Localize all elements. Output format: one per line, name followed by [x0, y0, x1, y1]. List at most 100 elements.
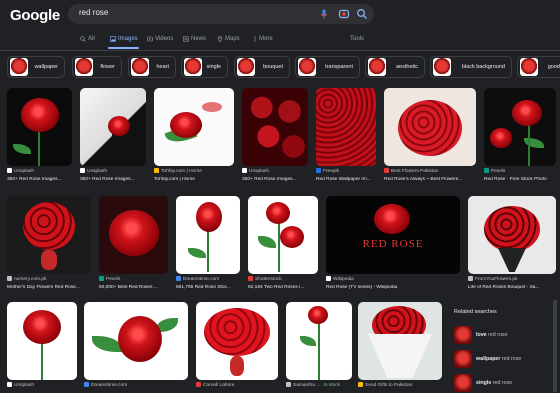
- result-title[interactable]: Red Rose Wallpaper Im...: [316, 177, 376, 182]
- result-source: Pexels: [106, 277, 121, 282]
- result-title[interactable]: 50,000+ Best Red Roses ...: [99, 285, 168, 290]
- lens-icon[interactable]: [338, 8, 350, 20]
- image-result[interactable]: Dreamstime.com 681,755 Red Rose Stoc...: [176, 196, 240, 296]
- result-title[interactable]: Life of Red Roses Bouquet - Sa...: [468, 285, 556, 290]
- chip-bouquet[interactable]: bouquet: [234, 56, 290, 78]
- result-image[interactable]: [286, 302, 352, 380]
- result-title[interactable]: 350+ Red Rose Images...: [7, 177, 72, 182]
- chip-transparent[interactable]: transparent: [295, 56, 360, 78]
- rose: [266, 202, 290, 224]
- result-image[interactable]: [80, 88, 146, 166]
- result-image[interactable]: [7, 302, 77, 380]
- image-result[interactable]: Samantha ... In stock: [286, 302, 352, 392]
- image-result[interactable]: Pexels Red Rose · Free Stock Photo: [484, 88, 556, 188]
- image-result[interactable]: Unsplash 350+ Red Rose Images...: [242, 88, 308, 188]
- related-thumbnail: [454, 350, 472, 368]
- image-result[interactable]: Dreamstime.com: [84, 302, 188, 392]
- chip-label: heart: [156, 64, 169, 70]
- image-result[interactable]: Shutterstock 62,194 Two Red Roses I...: [248, 196, 318, 296]
- chip-aesthetic[interactable]: aesthetic: [365, 56, 425, 78]
- chip-label: black background: [461, 64, 505, 70]
- result-source: Unsplash: [14, 169, 34, 174]
- tab-news[interactable]: News: [183, 36, 206, 42]
- tab-maps[interactable]: Maps: [217, 36, 240, 42]
- result-title[interactable]: 681,755 Red Rose Stoc...: [176, 285, 240, 290]
- result-image[interactable]: [248, 196, 318, 274]
- in-stock-badge: In stock: [323, 383, 341, 388]
- related-searches-panel: Related searches love red rose wallpaper…: [448, 305, 560, 392]
- tab-all[interactable]: All: [80, 36, 95, 42]
- source-favicon: [154, 168, 159, 173]
- tab-label: Maps: [225, 36, 240, 42]
- related-rest: red rose: [486, 332, 508, 338]
- image-result[interactable]: Pexels 50,000+ Best Red Roses ...: [99, 196, 168, 296]
- rose: [490, 128, 512, 148]
- wrapping: [368, 334, 432, 378]
- image-result[interactable]: RED ROSE Wikipedia Red Rose (TV series) …: [326, 196, 460, 296]
- related-rest: red rose: [500, 356, 522, 362]
- image-result[interactable]: nursery.com.pk Mother's Day Flowers Red …: [7, 196, 91, 296]
- chip-black-background[interactable]: black background: [430, 56, 512, 78]
- result-image[interactable]: [84, 302, 188, 380]
- search-icon[interactable]: [356, 8, 368, 20]
- microphone-icon[interactable]: [318, 8, 330, 20]
- result-image[interactable]: [358, 302, 442, 380]
- image-result[interactable]: Send Gifts to Pakistan: [358, 302, 442, 392]
- chip-heart[interactable]: heart: [128, 56, 176, 78]
- image-result[interactable]: Unsplash: [7, 302, 77, 392]
- result-image[interactable]: [196, 302, 278, 380]
- image-result[interactable]: FromYouFlowers.pk Life of Red Roses Bouq…: [468, 196, 556, 296]
- chip-good[interactable]: good: [517, 56, 560, 78]
- chip-single[interactable]: single: [181, 56, 228, 78]
- image-result[interactable]: Freepik Red Rose Wallpaper Im...: [316, 88, 376, 188]
- result-image[interactable]: [484, 88, 556, 166]
- result-title[interactable]: 350+ Red Rose Images...: [80, 177, 146, 182]
- related-search-item[interactable]: wallpaper red rose: [454, 349, 550, 369]
- result-title[interactable]: Red Rose (TV series) - Wikipedia: [326, 285, 460, 290]
- stem: [207, 226, 209, 272]
- stem: [278, 222, 280, 272]
- result-title[interactable]: Red Rose · Free Stock Photo: [484, 177, 556, 182]
- chip-thumbnail: [433, 58, 451, 76]
- result-title[interactable]: 350+ Red Rose Images...: [242, 177, 308, 182]
- source-favicon: [286, 382, 291, 387]
- tab-more[interactable]: More: [253, 36, 273, 42]
- result-image[interactable]: [7, 88, 72, 166]
- result-title[interactable]: 62,194 Two Red Roses I...: [248, 285, 318, 290]
- image-result[interactable]: Unsplash 350+ Red Rose Images...: [80, 88, 146, 188]
- result-image[interactable]: [384, 88, 476, 166]
- search-input[interactable]: red rose: [79, 8, 108, 17]
- tab-label: Images: [118, 36, 138, 42]
- image-result[interactable]: Unsplash 350+ Red Rose Images...: [7, 88, 72, 188]
- image-result[interactable]: Cornell Lahore: [196, 302, 278, 392]
- result-image[interactable]: [316, 88, 376, 166]
- result-image[interactable]: [468, 196, 556, 274]
- tab-images[interactable]: Images: [110, 36, 138, 42]
- tab-videos[interactable]: Videos: [147, 36, 173, 42]
- related-search-item[interactable]: love red rose: [454, 325, 550, 345]
- result-image[interactable]: RED ROSE: [326, 196, 460, 274]
- image-result[interactable]: Tohfay.com | Home Tohfay.com | Home: [154, 88, 234, 188]
- result-title[interactable]: Red Rose's Always ~ Best Flowers...: [384, 177, 476, 182]
- related-search-item[interactable]: single red rose: [454, 373, 550, 393]
- google-logo[interactable]: Google: [10, 7, 60, 24]
- source-favicon: [7, 276, 12, 281]
- result-image[interactable]: [154, 88, 234, 166]
- scrollbar[interactable]: [553, 300, 557, 392]
- source-favicon: [358, 382, 363, 387]
- chip-wallpaper[interactable]: wallpaper: [7, 56, 65, 78]
- result-image[interactable]: [7, 196, 91, 274]
- result-image[interactable]: [242, 88, 308, 166]
- search-box[interactable]: red rose: [68, 4, 374, 24]
- result-image[interactable]: [176, 196, 240, 274]
- tools-button[interactable]: Tools: [350, 36, 364, 42]
- image-result[interactable]: Best Flowers Pakistan Red Rose's Always …: [384, 88, 476, 188]
- result-source: nursery.com.pk: [14, 277, 47, 282]
- chip-flower[interactable]: flower: [72, 56, 122, 78]
- more-icon: [254, 36, 256, 42]
- rose: [109, 210, 159, 256]
- rose: [308, 306, 328, 324]
- result-title[interactable]: Mother's Day Flowers Red Rose...: [7, 285, 91, 290]
- result-title[interactable]: Tohfay.com | Home: [154, 177, 234, 182]
- result-image[interactable]: [99, 196, 168, 274]
